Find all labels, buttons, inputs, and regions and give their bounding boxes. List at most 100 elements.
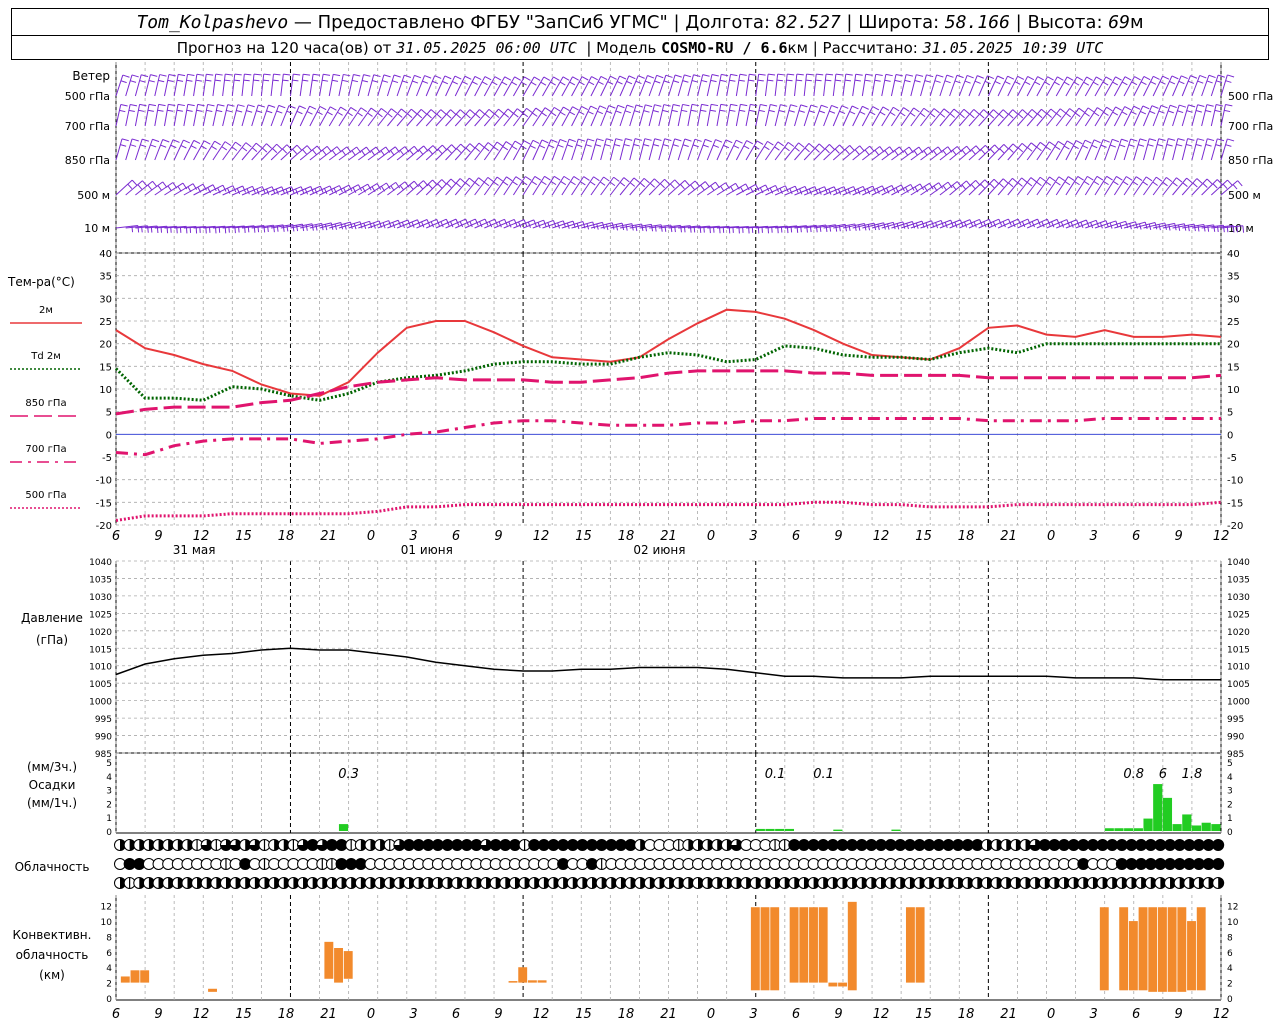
conv-title-2: облачность — [16, 948, 89, 962]
wind-barb-feather — [1027, 147, 1033, 152]
pressure-tick-left: 1000 — [89, 698, 112, 708]
wind-barb-feather — [1185, 143, 1193, 147]
wind-barb-feather — [1022, 109, 1028, 115]
wind-barb-feather — [760, 103, 768, 107]
wind-barb-feather — [377, 112, 383, 118]
wind-barb-staff — [144, 74, 151, 97]
wind-barb-staff — [823, 74, 827, 97]
wind-barb-staff — [842, 74, 847, 97]
wind-barb-feather — [409, 149, 414, 156]
wind-barb-staff — [115, 179, 133, 196]
wind-barb-staff — [1210, 138, 1218, 161]
wind-barb-staff — [764, 74, 769, 97]
wind-barb-feather — [1212, 183, 1218, 189]
pressure-tick-left: 1015 — [89, 645, 112, 655]
wind-barb-feather — [496, 141, 504, 147]
wind-barb-feather — [224, 141, 232, 146]
wind-barb-staff — [784, 74, 788, 97]
wind-barb-feather — [1076, 76, 1084, 81]
wind-barb-feather — [361, 150, 366, 156]
wind-barb-feather — [649, 182, 656, 188]
wind-barb-feather — [1162, 75, 1170, 80]
wind-barb-staff — [668, 104, 674, 127]
wind-barb-feather — [1206, 178, 1213, 185]
wind-barb-staff — [871, 74, 877, 97]
wind-barb-feather — [478, 177, 485, 183]
wind-barb-staff — [212, 74, 217, 97]
wind-barb-feather — [263, 79, 270, 82]
wind-barb-feather — [436, 113, 442, 119]
conv-cloud-bar — [1157, 907, 1167, 992]
temp-tick-left: 10 — [99, 385, 112, 396]
wind-barb-staff — [1210, 104, 1217, 127]
wind-barb-feather — [1134, 76, 1141, 81]
wind-barb-feather — [609, 181, 616, 187]
wind-barb-feather — [1102, 139, 1110, 143]
wind-barb-feather — [532, 139, 540, 144]
conv-cloud-bar — [343, 951, 353, 979]
wind-barb-feather — [1154, 222, 1158, 230]
wind-barb-feather — [1145, 176, 1153, 182]
wind-barb-feather — [183, 139, 190, 144]
wind-barb-feather — [1149, 110, 1156, 115]
wind-barb-feather — [859, 111, 866, 115]
wind-barb-feather — [719, 109, 726, 112]
wind-barb-feather — [160, 144, 167, 148]
wind-barb-feather — [1149, 138, 1157, 142]
wind-barb-feather — [929, 112, 936, 118]
wind-barb-feather — [753, 145, 760, 150]
wind-barb-feather — [404, 74, 412, 78]
wind-barb-feather — [1138, 144, 1145, 147]
wind-barb-feather — [956, 74, 964, 79]
wind-barb-feather — [644, 138, 652, 141]
wind-barb-feather — [682, 80, 689, 83]
wind-barb-feather — [1056, 113, 1062, 118]
wind-barb-feather — [120, 104, 128, 107]
wind-barb-feather — [1050, 108, 1057, 114]
wind-barb-feather — [484, 146, 490, 152]
wind-barb-staff — [280, 105, 290, 127]
wind-barb-feather — [533, 76, 541, 81]
time-tick-label-bottom: 9 — [834, 1007, 842, 1022]
wind-barb-staff — [930, 219, 951, 229]
wind-barb-feather — [585, 144, 592, 147]
wind-barb-staff — [580, 138, 589, 161]
wind-barb-staff — [939, 74, 948, 97]
wind-barb-staff — [677, 74, 685, 97]
wind-barb-staff — [193, 140, 205, 161]
time-tick-label: 6 — [112, 529, 120, 544]
wind-barb-feather — [1078, 107, 1085, 113]
temp-tick-right: -15 — [1227, 498, 1243, 509]
wind-barb-feather — [1100, 144, 1107, 148]
wind-barb-feather — [736, 139, 743, 144]
time-tick-label: 6 — [1132, 529, 1140, 544]
wind-barb-feather — [715, 139, 723, 143]
wind-barb-staff — [386, 74, 395, 97]
conv-cloud-bar — [120, 976, 130, 983]
wind-barb-staff — [774, 74, 779, 97]
wind-barb-staff — [1201, 75, 1210, 97]
wind-barb-feather — [1097, 107, 1104, 112]
wind-barb-feather — [292, 148, 298, 154]
precip-tick-right: 1 — [1227, 814, 1233, 824]
wind-barb-feather — [559, 138, 567, 143]
wind-barb-feather — [933, 108, 940, 114]
precip-sum-label: 0.3 — [338, 767, 359, 782]
wind-barb-feather — [835, 73, 843, 76]
wind-barb-feather — [839, 110, 846, 115]
temp-tick-right: -10 — [1227, 476, 1243, 487]
wind-barb-feather — [1177, 138, 1185, 141]
wind-barb-feather — [276, 143, 283, 150]
wind-barb-feather — [541, 112, 547, 117]
wind-barb-feather — [961, 184, 967, 190]
wind-barb-staff — [716, 74, 722, 97]
wind-barb-feather — [481, 81, 488, 86]
wind-barb-feather — [1225, 80, 1232, 83]
wind-barb-feather — [246, 188, 250, 195]
wind-barb-feather — [465, 147, 471, 153]
conv-tick-left: 2 — [106, 980, 112, 990]
time-tick-label: 9 — [1174, 529, 1182, 544]
wind-barb-feather — [262, 147, 268, 153]
wind-barb-feather — [643, 177, 650, 184]
temp-tick-right: -20 — [1227, 521, 1243, 532]
